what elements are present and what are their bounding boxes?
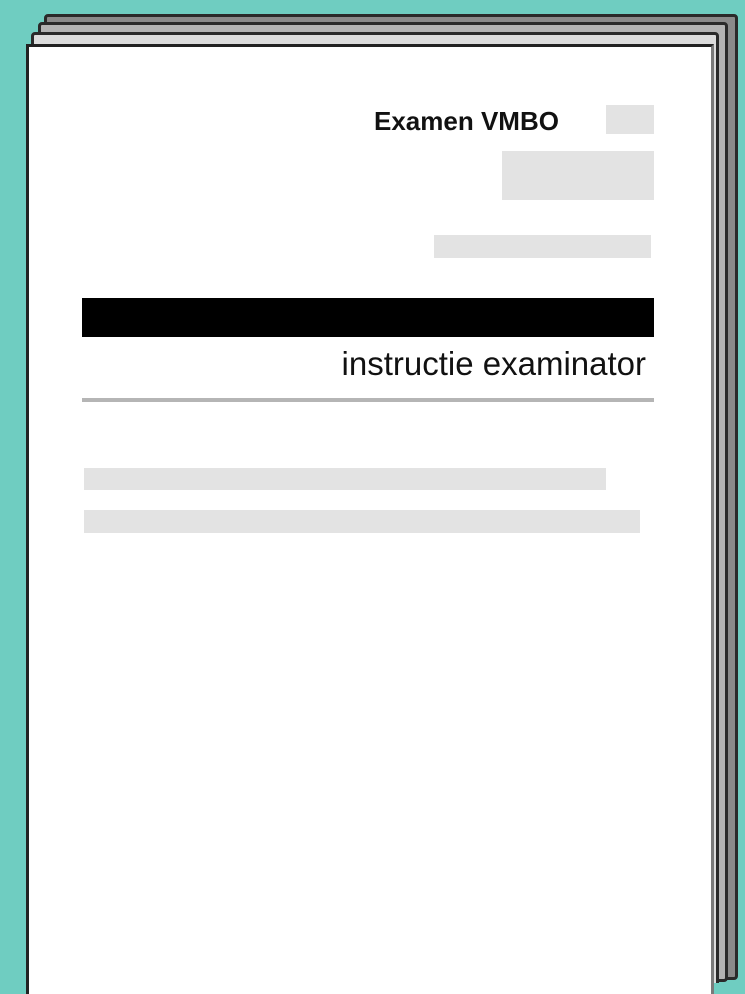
exam-title: Examen VMBO [374,106,559,136]
placeholder-date-line [434,235,651,258]
placeholder-text-line-1 [84,468,606,490]
document-subtitle: instructie examinator [341,345,646,382]
subject-band [82,298,654,337]
placeholder-text-line-2 [84,510,640,533]
placeholder-level-block [502,151,654,200]
placeholder-title-code [606,105,654,134]
header-divider [82,398,654,402]
